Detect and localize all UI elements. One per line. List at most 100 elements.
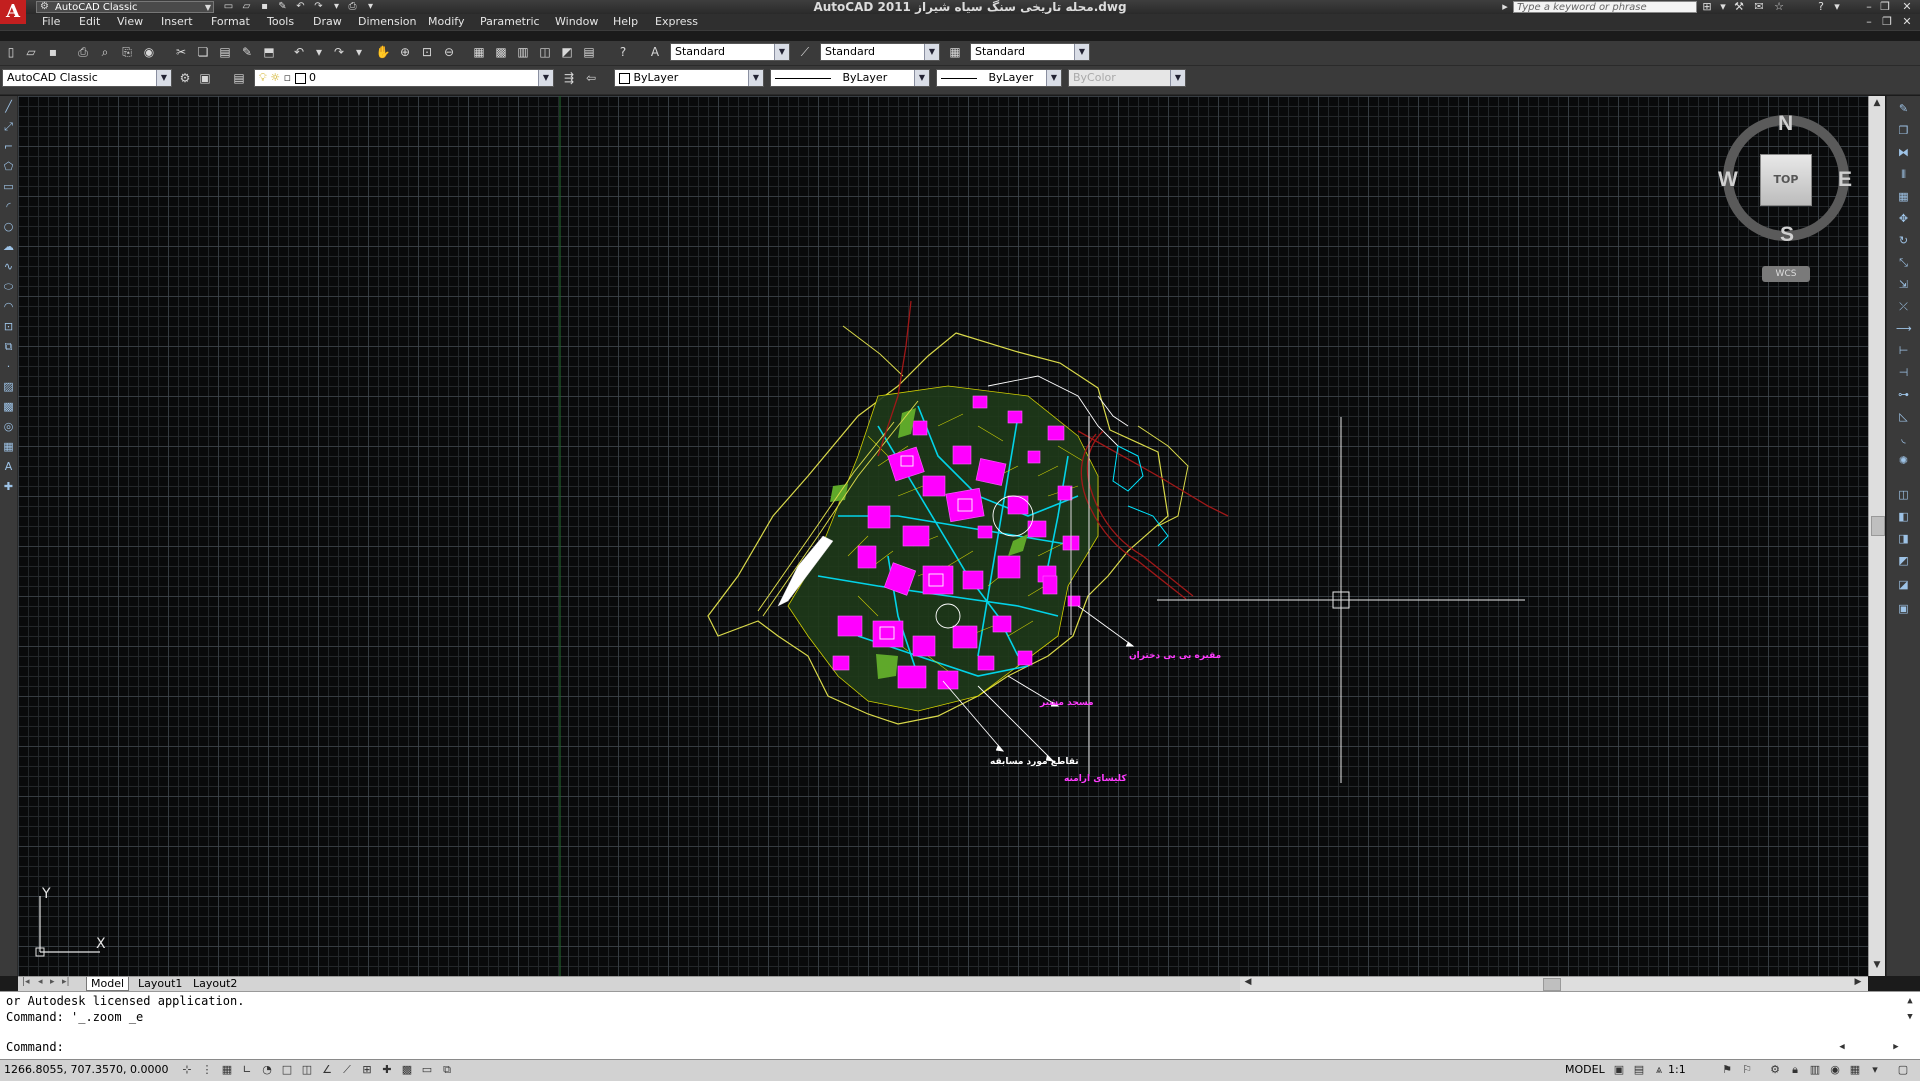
status-tray-icon[interactable]: ▦ — [1846, 1061, 1864, 1079]
workspace-settings-gear-icon[interactable]: ⚙ — [176, 69, 194, 87]
spline-icon[interactable]: ∿ — [1, 258, 16, 276]
ellipse-icon[interactable]: ⬭ — [1, 278, 16, 296]
close-window-icon[interactable]: ✕ — [1900, 0, 1914, 14]
dimension-style-dropdown[interactable]: Standard ▼ — [820, 43, 940, 61]
table-style-icon[interactable]: ▦ — [946, 43, 964, 61]
next-tab-icon[interactable]: ▸ — [50, 977, 55, 987]
quickcalc-icon[interactable]: ▤ — [580, 43, 598, 61]
customize-icon[interactable]: ▣ — [196, 69, 214, 87]
draworder-icon[interactable]: ◫ — [1896, 486, 1911, 504]
gradient-icon[interactable]: ▩ — [1, 398, 16, 416]
menu-draw[interactable]: Draw — [313, 14, 342, 30]
polyline-icon[interactable]: ⌐ — [1, 138, 16, 156]
scroll-up-icon[interactable]: ▲ — [1871, 98, 1883, 110]
polygon-icon[interactable]: ⬠ — [1, 158, 16, 176]
table-style-dropdown[interactable]: Standard ▼ — [970, 43, 1090, 61]
infocenter-search-input[interactable]: Type a keyword or phrase — [1513, 1, 1697, 13]
menu-format[interactable]: Format — [211, 14, 250, 30]
publish-icon[interactable]: ⎘ — [118, 43, 136, 61]
coordinate-display[interactable]: 1266.8055, 707.3570, 0.0000 — [4, 1062, 168, 1078]
clean-screen-icon[interactable]: ▢ — [1894, 1061, 1912, 1079]
command-window[interactable]: or Autodesk licensed application. Comman… — [0, 991, 1920, 1060]
command-scroll-down-icon[interactable]: ▼ — [1904, 1012, 1916, 1024]
save-icon[interactable]: ▪ — [44, 43, 62, 61]
quick-view-layouts-icon[interactable]: ▣ — [1610, 1061, 1628, 1079]
menu-file[interactable]: File — [42, 14, 60, 30]
3d-dwf-icon[interactable]: ◉ — [140, 43, 158, 61]
stretch-icon[interactable]: ⇲ — [1896, 276, 1911, 294]
block-editor-icon[interactable]: ⬒ — [260, 43, 278, 61]
annotation-scale-value[interactable]: 1:1 — [1668, 1061, 1686, 1079]
object-snap-tracking-icon[interactable]: ∠ — [318, 1061, 336, 1079]
undo-icon[interactable]: ↶ — [290, 43, 308, 61]
help-icon[interactable]: ? — [1814, 0, 1828, 14]
ortho-mode-icon[interactable]: ∟ — [238, 1061, 256, 1079]
open-folder-icon[interactable]: ▱ — [240, 1, 253, 13]
chamfer-icon[interactable]: ◺ — [1896, 408, 1911, 426]
command-right-icon[interactable]: ▶ — [1890, 1042, 1902, 1054]
dynamic-input-icon[interactable]: ⊞ — [358, 1061, 376, 1079]
move-icon[interactable]: ✥ — [1896, 210, 1911, 228]
ellipse-arc-icon[interactable]: ◠ — [1, 298, 16, 316]
point-icon[interactable]: · — [1, 358, 16, 376]
polar-tracking-icon[interactable]: ◔ — [258, 1061, 276, 1079]
rectangle-icon[interactable]: ▭ — [1, 178, 16, 196]
quick-access-dropdown-icon[interactable]: ▾ — [364, 1, 377, 13]
redo-dropdown-icon[interactable]: ▾ — [350, 43, 368, 61]
break-icon[interactable]: ⊣ — [1896, 364, 1911, 382]
menu-express[interactable]: Express — [655, 14, 698, 30]
dynamic-ucs-icon[interactable]: ⟋ — [338, 1061, 356, 1079]
viewcube-south[interactable]: S — [1780, 223, 1794, 247]
minimize-window-icon[interactable]: – — [1862, 0, 1876, 14]
annotation-visibility-icon[interactable]: ⚑ — [1718, 1061, 1736, 1079]
help-dropdown-icon[interactable]: ▾ — [1830, 0, 1844, 14]
vertical-scrollbar[interactable]: ▲ ▼ — [1868, 96, 1885, 976]
help-icon[interactable]: ? — [614, 43, 632, 61]
annotation-scale-icon[interactable]: ⩓ — [1650, 1061, 1668, 1079]
sheet-set-icon[interactable]: ◫ — [536, 43, 554, 61]
match-properties-icon[interactable]: ✎ — [238, 43, 256, 61]
transparency-icon[interactable]: ▩ — [398, 1061, 416, 1079]
command-scroll-up-icon[interactable]: ▲ — [1904, 996, 1916, 1008]
doc-close-icon[interactable]: ✕ — [1900, 15, 1914, 29]
mirror-icon[interactable]: ⧓ — [1896, 144, 1911, 162]
previous-tab-icon[interactable]: ◂ — [38, 977, 43, 987]
paste-icon[interactable]: ▤ — [216, 43, 234, 61]
undo-icon[interactable]: ↶ — [294, 1, 307, 13]
isolate-objects-icon[interactable]: ◉ — [1826, 1061, 1844, 1079]
open-icon[interactable]: ▱ — [22, 43, 40, 61]
doc-restore-icon[interactable]: ❐ — [1880, 15, 1894, 29]
undo-dropdown-icon[interactable]: ▾ — [310, 43, 328, 61]
bring-above-icon[interactable]: ◩ — [1896, 552, 1911, 570]
binoculars-icon[interactable]: ⊞ — [1700, 0, 1714, 14]
plot-preview-icon[interactable]: ⌕ — [96, 43, 114, 61]
drawing-canvas[interactable] — [18, 96, 1868, 978]
make-object-layer-current-icon[interactable]: ⇶ — [560, 69, 578, 87]
auto-scale-icon[interactable]: ⚐ — [1738, 1061, 1756, 1079]
rotate-icon[interactable]: ↻ — [1896, 232, 1911, 250]
menu-edit[interactable]: Edit — [79, 14, 100, 30]
explode-icon[interactable]: ✺ — [1896, 452, 1911, 470]
command-left-icon[interactable]: ◀ — [1836, 1042, 1848, 1054]
workspaces-dropdown[interactable]: AutoCAD Classic ▼ — [2, 69, 172, 87]
menu-tools[interactable]: Tools — [267, 14, 294, 30]
scroll-right-icon[interactable]: ▶ — [1852, 977, 1864, 990]
layer-dropdown[interactable]: 💡︎ ☼ ▫ 0 ▼ — [254, 69, 554, 87]
save-icon[interactable]: ▪ — [258, 1, 271, 13]
ucs-menu-button[interactable]: WCS — [1762, 266, 1810, 282]
join-icon[interactable]: ⊶ — [1896, 386, 1911, 404]
design-center-icon[interactable]: ▩ — [492, 43, 510, 61]
dimension-style-icon[interactable]: ⟋ — [796, 43, 814, 61]
quick-properties-icon[interactable]: ▭ — [418, 1061, 436, 1079]
hatch-to-back-icon[interactable]: ▣ — [1896, 600, 1911, 618]
subscription-center-icon[interactable]: ⚒ — [1732, 0, 1746, 14]
zoom-window-icon[interactable]: ⊡ — [418, 43, 436, 61]
last-tab-icon[interactable]: ▸| — [62, 977, 70, 987]
properties-icon[interactable]: ▦ — [470, 43, 488, 61]
viewcube-top-face[interactable]: TOP — [1760, 154, 1812, 206]
menu-window[interactable]: Window — [555, 14, 598, 30]
new-file-icon[interactable]: ▭ — [222, 1, 235, 13]
favorites-star-icon[interactable]: ☆ — [1772, 0, 1786, 14]
plot-icon[interactable]: ⎙ — [346, 1, 359, 13]
application-menu-button[interactable]: A — [0, 0, 26, 24]
